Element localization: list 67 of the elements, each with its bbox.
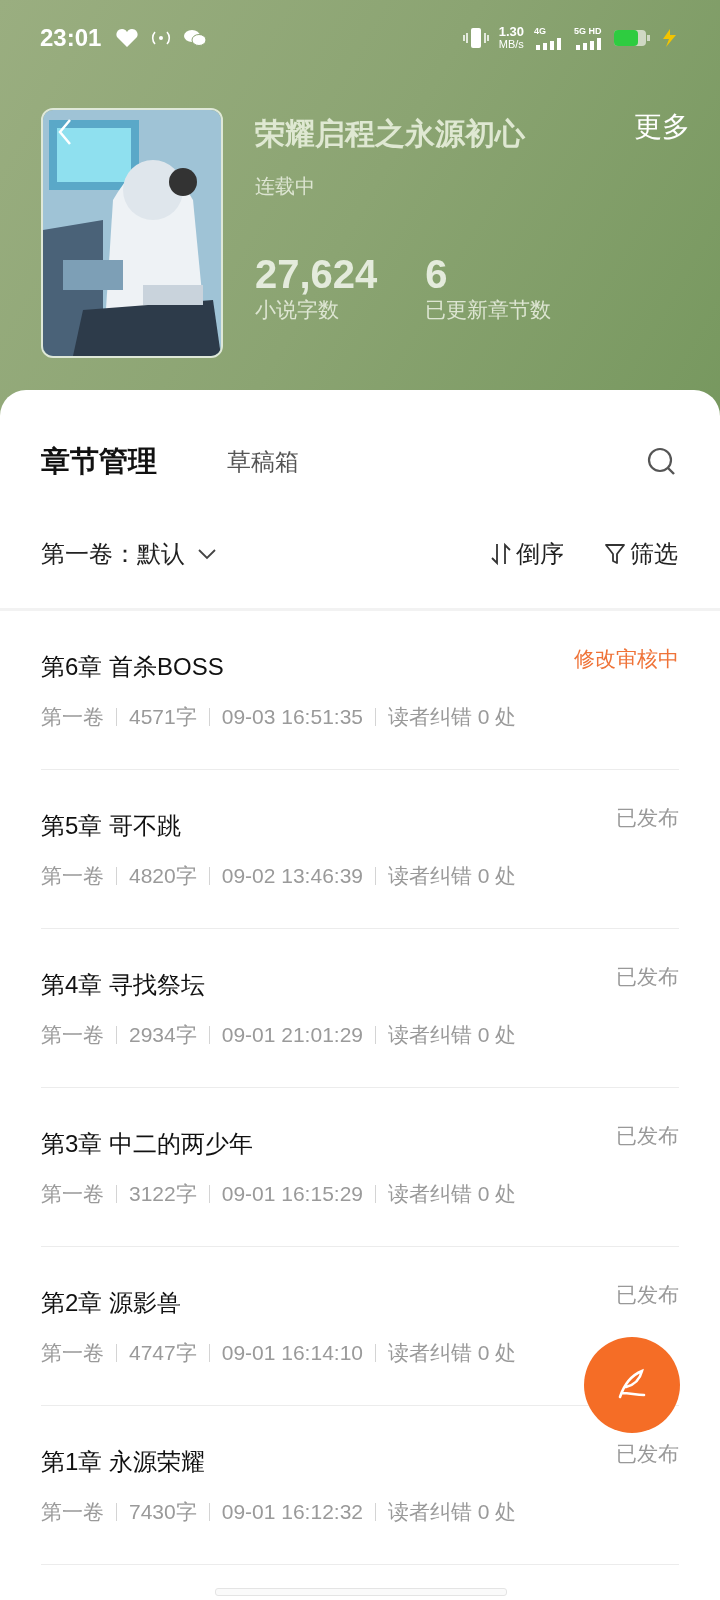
filter-button[interactable]: 筛选 <box>604 538 678 570</box>
chapter-title: 第1章 永源荣耀 <box>41 1447 205 1477</box>
chapter-meta: 第一卷 <box>41 1181 104 1207</box>
chapter-item[interactable]: 第3章 中二的两少年 已发布 第一卷 3122字 09-01 16:15:29 读者纠错 0 处 <box>41 1088 679 1247</box>
chapter-meta: 4747字 <box>129 1340 197 1366</box>
signal-icon <box>574 38 604 50</box>
charging-icon <box>660 28 678 48</box>
stat-label: 已更新章节数 <box>425 297 552 323</box>
chapter-meta: 第一卷 <box>41 1499 104 1525</box>
chapter-meta: 第一卷 <box>41 1022 104 1048</box>
vibrate-icon <box>462 27 489 49</box>
chapter-status: 已发布 <box>616 1123 679 1149</box>
chapter-meta: 09-01 16:14:10 <box>221 1341 363 1365</box>
sort-icon <box>490 542 512 566</box>
battery-icon <box>614 28 650 48</box>
chapter-status: 已发布 <box>616 805 679 831</box>
chapter-item[interactable]: 第5章 哥不跳 已发布 第一卷 4820字 09-02 13:46:39 读者纠错 0 处 <box>41 770 679 929</box>
chapter-item[interactable]: 第4章 寻找祭坛 已发布 第一卷 2934字 09-01 21:01:29 读者纠错 0 处 <box>41 929 679 1088</box>
stat-label: 小说字数 <box>255 297 340 323</box>
signal-icon <box>534 38 564 50</box>
chapter-meta: 09-01 16:15:29 <box>221 1182 363 1206</box>
chapter-title: 第3章 中二的两少年 <box>41 1129 253 1159</box>
chapter-status: 已发布 <box>616 1282 679 1308</box>
chapter-meta: 09-01 21:01:29 <box>221 1023 363 1047</box>
chapter-meta: 读者纠错 0 处 <box>388 1022 517 1048</box>
chapter-meta: 3122字 <box>129 1181 197 1207</box>
chapter-meta: 读者纠错 0 处 <box>388 704 517 730</box>
filter-icon <box>604 542 626 566</box>
tab[interactable]: 草稿箱 <box>227 446 299 478</box>
network-type: 4G <box>534 26 546 36</box>
sort-button[interactable]: 倒序 <box>490 538 564 570</box>
chapter-meta: 4571字 <box>129 704 197 730</box>
chapter-meta: 4820字 <box>129 863 197 889</box>
chevron-down-icon <box>197 548 217 560</box>
stat-value: 27,624 <box>255 252 378 296</box>
network-type: 5G HD <box>574 26 602 36</box>
heart-icon <box>115 28 140 48</box>
chapter-meta: 第一卷 <box>41 1340 104 1366</box>
chapter-meta: 第一卷 <box>41 863 104 889</box>
back-icon <box>57 118 73 146</box>
tab[interactable]: 章节管理 <box>41 442 157 482</box>
chapter-meta: 读者纠错 0 处 <box>388 1499 517 1525</box>
volume-dropdown[interactable]: 第一卷：默认 <box>41 538 217 570</box>
chapter-meta: 读者纠错 0 处 <box>388 1340 517 1366</box>
chapter-meta: 读者纠错 0 处 <box>388 1181 517 1207</box>
chapter-meta: 第一卷 <box>41 704 104 730</box>
chapter-title: 第5章 哥不跳 <box>41 811 181 841</box>
network-speed: 1.30 <box>498 26 524 38</box>
chapter-title: 第2章 源影兽 <box>41 1288 181 1318</box>
chapter-meta: 09-03 16:51:35 <box>221 705 363 729</box>
book-title: 荣耀启程之永源初心 <box>255 116 525 152</box>
chapter-title: 第6章 首杀BOSS <box>41 652 224 682</box>
chapter-item[interactable]: 第6章 首杀BOSS 修改审核中 第一卷 4571字 09-03 16:51:35 读者纠错 0 处 <box>41 611 679 770</box>
chapter-status: 修改审核中 <box>574 646 679 672</box>
speed-unit: MB/s <box>498 38 524 50</box>
chat-icon <box>183 28 208 48</box>
chapter-title: 第4章 寻找祭坛 <box>41 970 205 1000</box>
chapter-meta: 09-02 13:46:39 <box>221 864 363 888</box>
chapter-meta: 读者纠错 0 处 <box>388 863 517 889</box>
chapter-meta: 2934字 <box>129 1022 197 1048</box>
chapter-status: 已发布 <box>616 964 679 990</box>
serial-status: 连载中 <box>255 174 316 199</box>
stat-value: 6 <box>425 252 449 296</box>
chapter-meta: 7430字 <box>129 1499 197 1525</box>
chapter-meta: 09-01 16:12:32 <box>221 1500 363 1524</box>
status-time: 23:01 <box>40 24 102 52</box>
chapter-status: 已发布 <box>616 1441 679 1467</box>
